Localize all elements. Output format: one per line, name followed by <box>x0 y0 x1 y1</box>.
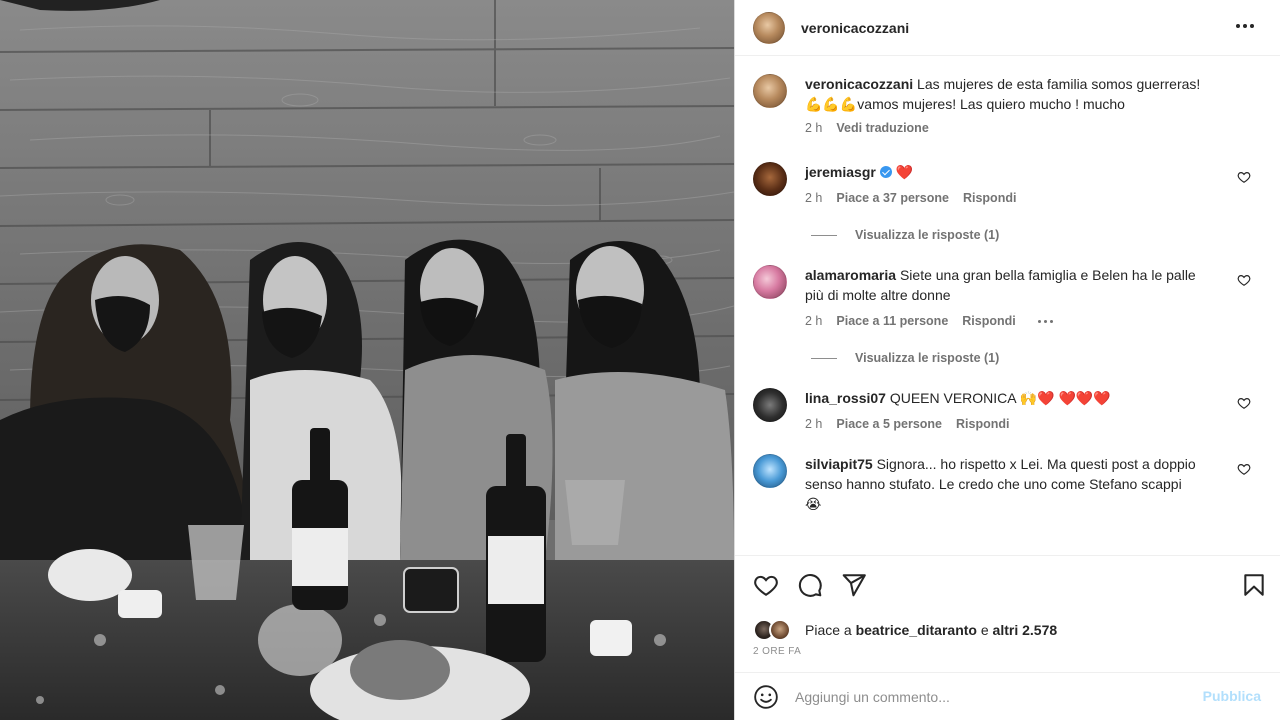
reply-button[interactable]: Rispondi <box>963 191 1016 205</box>
reply-button[interactable]: Rispondi <box>956 417 1009 431</box>
heart-icon[interactable] <box>753 572 779 598</box>
post-photo <box>0 0 734 720</box>
comment-like-heart-icon[interactable] <box>1237 273 1251 287</box>
comments-list[interactable]: veronicacozzani Las mujeres de esta fami… <box>735 57 1280 555</box>
post-actions: Piace a beatrice_ditaranto e altri 2.578… <box>735 555 1280 671</box>
comment-avatar[interactable] <box>753 265 787 299</box>
caption-username[interactable]: veronicacozzani <box>805 76 913 92</box>
comment-likes[interactable]: Piace a 11 persone <box>836 314 948 328</box>
comment-item: jeremiasgr ❤️ 2 h Piace a 37 persone Ris… <box>753 162 1267 206</box>
author-avatar[interactable] <box>753 11 785 44</box>
comment-text: silviapit75 Signora... ho rispetto x Lei… <box>805 454 1201 514</box>
comment-username[interactable]: silviapit75 <box>805 456 873 472</box>
comment-item: alamaromaria Siete una gran bella famigl… <box>753 265 1267 329</box>
share-icon[interactable] <box>841 572 867 598</box>
comment-meta: 2 h Piace a 37 persone Rispondi <box>805 190 1201 206</box>
comment-input[interactable] <box>795 688 1155 705</box>
comment-time: 2 h <box>805 314 823 328</box>
comment-text: alamaromaria Siete una gran bella famigl… <box>805 265 1201 305</box>
emoji-icon[interactable] <box>753 684 779 710</box>
view-replies-button[interactable]: Visualizza le risposte (1) <box>811 351 1267 365</box>
view-replies-label: Visualizza le risposte (1) <box>855 351 1000 365</box>
likes-summary[interactable]: Piace a beatrice_ditaranto e altri 2.578 <box>753 619 1057 641</box>
caption: veronicacozzani Las mujeres de esta fami… <box>753 74 1267 136</box>
likes-middle: e <box>980 622 989 638</box>
liker-avatar <box>769 619 791 641</box>
comment-likes[interactable]: Piace a 37 persone <box>836 191 949 205</box>
comment-icon[interactable] <box>797 572 823 598</box>
caption-text: veronicacozzani Las mujeres de esta fami… <box>805 74 1205 114</box>
bookmark-icon[interactable] <box>1241 572 1267 598</box>
caption-avatar[interactable] <box>753 74 787 108</box>
replies-line <box>811 234 837 236</box>
post-time-ago[interactable]: 2 ORE FA <box>753 646 801 657</box>
post-side-panel: veronicacozzani veronicacozzani Las muje… <box>734 0 1280 720</box>
comment-text: lina_rossi07 QUEEN VERONICA 🙌❤️ ❤️❤️❤️ <box>805 388 1201 408</box>
comment-avatar[interactable] <box>753 162 787 196</box>
comment-like-heart-icon[interactable] <box>1237 462 1251 476</box>
comment-meta: 2 h Piace a 5 persone Rispondi <box>805 416 1201 432</box>
likes-user[interactable]: beatrice_ditaranto <box>856 622 977 638</box>
comment-username[interactable]: alamaromaria <box>805 267 896 283</box>
comment-like-heart-icon[interactable] <box>1237 396 1251 410</box>
reply-button[interactable]: Rispondi <box>962 314 1015 328</box>
author-username[interactable]: veronicacozzani <box>801 20 909 36</box>
comment-options-icon[interactable] <box>1037 319 1053 323</box>
publish-button[interactable]: Pubblica <box>1203 688 1261 704</box>
comment-content: QUEEN VERONICA 🙌❤️ ❤️❤️❤️ <box>889 390 1111 406</box>
comment-username[interactable]: lina_rossi07 <box>805 390 886 406</box>
photo-illustration <box>0 0 734 720</box>
comment-content: ❤️ <box>895 164 914 180</box>
view-replies-label: Visualizza le risposte (1) <box>855 228 1000 242</box>
caption-meta: 2 h Vedi traduzione <box>805 120 1205 136</box>
comment-meta: 2 h Piace a 11 persone Rispondi <box>805 313 1201 329</box>
comment-username[interactable]: jeremiasgr <box>805 164 876 180</box>
comment-text: jeremiasgr ❤️ <box>805 162 1201 182</box>
more-options-icon[interactable] <box>1231 14 1259 38</box>
view-replies-button[interactable]: Visualizza le risposte (1) <box>811 228 1267 242</box>
likes-others[interactable]: altri 2.578 <box>993 622 1058 638</box>
liker-avatars <box>753 619 805 641</box>
replies-line <box>811 357 837 359</box>
comment-likes[interactable]: Piace a 5 persone <box>836 417 942 431</box>
post-header: veronicacozzani <box>735 0 1280 56</box>
caption-time: 2 h <box>805 121 823 135</box>
comment-item: lina_rossi07 QUEEN VERONICA 🙌❤️ ❤️❤️❤️ 2… <box>753 388 1267 432</box>
likes-prefix: Piace a <box>805 622 852 638</box>
verified-icon <box>879 166 892 178</box>
translate-link[interactable]: Vedi traduzione <box>836 121 928 135</box>
comment-time: 2 h <box>805 417 823 431</box>
comment-avatar[interactable] <box>753 454 787 488</box>
comment-time: 2 h <box>805 191 823 205</box>
comment-item: silviapit75 Signora... ho rispetto x Lei… <box>753 454 1267 514</box>
comment-avatar[interactable] <box>753 388 787 422</box>
add-comment-bar: Pubblica <box>735 672 1280 720</box>
comment-like-heart-icon[interactable] <box>1237 170 1251 184</box>
